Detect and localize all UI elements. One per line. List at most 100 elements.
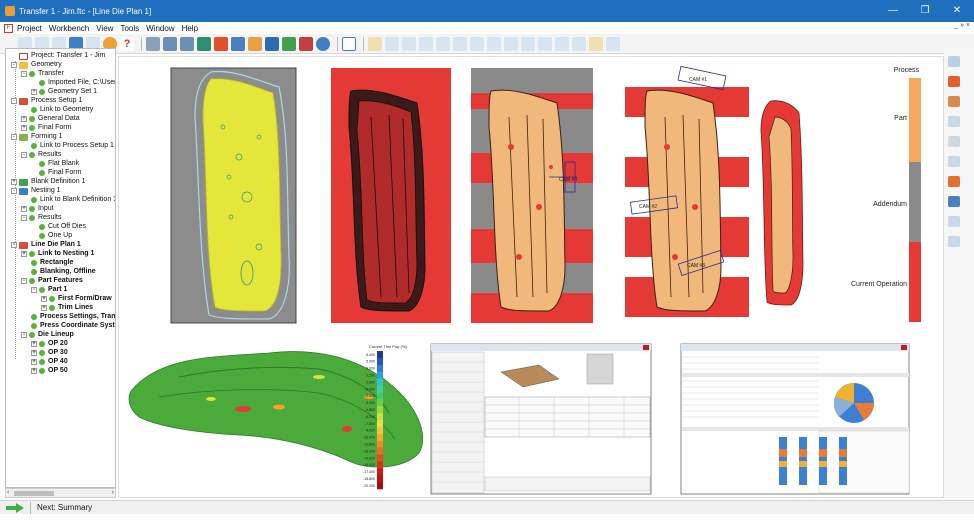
tool-10-icon[interactable] — [521, 36, 535, 51]
tree-node-link-process-setup[interactable]: Link to Process Setup 1 — [31, 142, 114, 150]
tree-node-flat-blank[interactable]: Flat Blank — [39, 160, 79, 168]
tree-node-link-nesting[interactable]: + Link to Nesting 1 — [21, 250, 94, 258]
layers-icon[interactable] — [265, 36, 279, 51]
panel-tool-1-icon[interactable] — [948, 56, 960, 67]
menu-view[interactable]: View — [96, 24, 113, 33]
tree-horizontal-scrollbar[interactable]: ‹ › — [5, 488, 116, 498]
tree-node-geometry[interactable]: - Geometry — [11, 61, 62, 69]
tree-node-link-blank-definition[interactable]: Link to Blank Definition 1 — [31, 196, 115, 204]
graphics-canvas[interactable]: CAM #4 CAM #1 CAM #2 CAM #3 Process Part… — [118, 56, 944, 498]
expand-icon[interactable]: + — [31, 89, 37, 95]
tree-node-op-40[interactable]: + OP 40 — [31, 358, 68, 366]
menu-workbench[interactable]: Workbench — [49, 24, 89, 33]
tree-node-part-features[interactable]: - Part Features — [21, 277, 83, 285]
tree-node-input[interactable]: + Input — [21, 205, 54, 213]
mdi-controls[interactable]: _ » × — [954, 22, 970, 29]
next-step-label[interactable]: Next: Summary — [37, 503, 92, 512]
maximize-button[interactable]: ❐ — [910, 0, 940, 22]
tree-node-blanking-offline[interactable]: Blanking, Offline — [31, 268, 96, 276]
tree-node-line-die-plan[interactable]: - Line Die Plan 1 — [11, 241, 81, 249]
menu-tools[interactable]: Tools — [120, 24, 139, 33]
panel-tool-9-icon[interactable] — [948, 216, 960, 227]
next-arrow-icon[interactable] — [6, 502, 24, 513]
tree-node-nesting-results[interactable]: - Results — [21, 214, 61, 222]
tree-node-project[interactable]: Project: Transfer 1 - Jim — [19, 52, 105, 60]
tree-node-nesting[interactable]: - Nesting 1 — [11, 187, 61, 195]
view-icon[interactable] — [231, 36, 245, 51]
tool-4-icon[interactable] — [419, 36, 433, 51]
tree-node-op-30[interactable]: + OP 30 — [31, 349, 68, 357]
zoom-out-icon[interactable] — [180, 36, 194, 51]
close-button[interactable]: ✕ — [942, 0, 972, 22]
panel-tool-8-icon[interactable] — [948, 196, 960, 207]
panel-tool-6-icon[interactable] — [948, 156, 960, 167]
collapse-icon[interactable]: - — [11, 134, 17, 140]
panel-tool-4-icon[interactable] — [948, 116, 960, 127]
tree-node-imported-file[interactable]: Imported File, C:\User — [39, 79, 115, 87]
rotate-icon[interactable] — [197, 36, 211, 51]
expand-icon[interactable]: + — [21, 251, 27, 257]
tree-node-die-lineup[interactable]: - Die Lineup — [21, 331, 74, 339]
zoom-in-icon[interactable] — [163, 36, 177, 51]
pan-icon[interactable] — [214, 36, 228, 51]
tree-node-forming[interactable]: - Forming 1 — [11, 133, 63, 141]
minimize-button[interactable]: — — [878, 0, 908, 22]
panel-tool-5-icon[interactable] — [948, 136, 960, 147]
expand-icon[interactable]: + — [31, 368, 37, 374]
collapse-icon[interactable]: - — [11, 98, 17, 104]
tool-5-icon[interactable] — [436, 36, 450, 51]
tree-node-final-form-result[interactable]: Final Form — [39, 169, 81, 177]
collapse-icon[interactable]: - — [21, 278, 27, 284]
collapse-icon[interactable]: - — [21, 152, 27, 158]
panel-tool-3-icon[interactable] — [948, 96, 960, 107]
zoom-fit-icon[interactable] — [146, 36, 160, 51]
help-icon[interactable]: ? — [120, 36, 134, 51]
tree-node-one-up[interactable]: One Up — [39, 232, 72, 240]
tool-6-icon[interactable] — [453, 36, 467, 51]
expand-icon[interactable]: + — [31, 359, 37, 365]
filter-icon[interactable] — [342, 36, 356, 51]
expand-icon[interactable]: + — [11, 179, 17, 185]
tree-node-process-setup[interactable]: - Process Setup 1 — [11, 97, 82, 105]
tree-node-rectangle[interactable]: Rectangle — [31, 259, 73, 267]
expand-icon[interactable]: + — [41, 305, 47, 311]
tree-node-general-data[interactable]: + General Data — [21, 115, 80, 123]
scroll-left-icon[interactable]: ‹ — [7, 489, 9, 496]
section-icon[interactable] — [299, 36, 313, 51]
menu-project[interactable]: Project — [17, 24, 42, 33]
tree-node-op-50[interactable]: + OP 50 — [31, 367, 68, 375]
menu-window[interactable]: Window — [146, 24, 174, 33]
scroll-thumb[interactable] — [14, 491, 54, 496]
collapse-icon[interactable]: - — [31, 287, 37, 293]
collapse-icon[interactable]: - — [11, 242, 17, 248]
tree-node-part-1[interactable]: - Part 1 — [31, 286, 67, 294]
tree-node-process-settings[interactable]: Process Settings, Transfe — [31, 313, 115, 321]
tree-node-trim-lines[interactable]: + Trim Lines — [41, 304, 93, 312]
collapse-icon[interactable]: - — [21, 215, 27, 221]
scroll-right-icon[interactable]: › — [112, 489, 114, 496]
expand-icon[interactable]: + — [21, 116, 27, 122]
expand-icon[interactable]: + — [21, 206, 27, 212]
tool-14-icon[interactable] — [589, 36, 603, 51]
menu-help[interactable]: Help — [182, 24, 198, 33]
panel-tool-2-icon[interactable] — [948, 76, 960, 87]
tree-node-final-form[interactable]: + Final Form — [21, 124, 71, 132]
tool-13-icon[interactable] — [572, 36, 586, 51]
tree-node-geometry-set[interactable]: + Geometry Set 1 — [31, 88, 97, 96]
expand-icon[interactable]: + — [31, 341, 37, 347]
surface-icon[interactable] — [282, 36, 296, 51]
collapse-icon[interactable]: - — [21, 332, 27, 338]
panel-tool-7-icon[interactable] — [948, 176, 960, 187]
tree-node-press-coordinate-system[interactable]: Press Coordinate System — [31, 322, 115, 330]
expand-icon[interactable]: + — [21, 125, 27, 131]
tree-node-cut-off-dies[interactable]: Cut Off Dies — [39, 223, 86, 231]
tree-node-first-form-draw[interactable]: + First Form/Draw — [41, 295, 112, 303]
expand-icon[interactable]: + — [41, 296, 47, 302]
panel-tool-10-icon[interactable] — [948, 236, 960, 247]
collapse-icon[interactable]: - — [21, 71, 27, 77]
expand-icon[interactable]: + — [31, 350, 37, 356]
tool-9-icon[interactable] — [504, 36, 518, 51]
tree-node-op-20[interactable]: + OP 20 — [31, 340, 68, 348]
collapse-icon[interactable]: - — [11, 188, 17, 194]
tool-1-icon[interactable] — [368, 36, 382, 51]
